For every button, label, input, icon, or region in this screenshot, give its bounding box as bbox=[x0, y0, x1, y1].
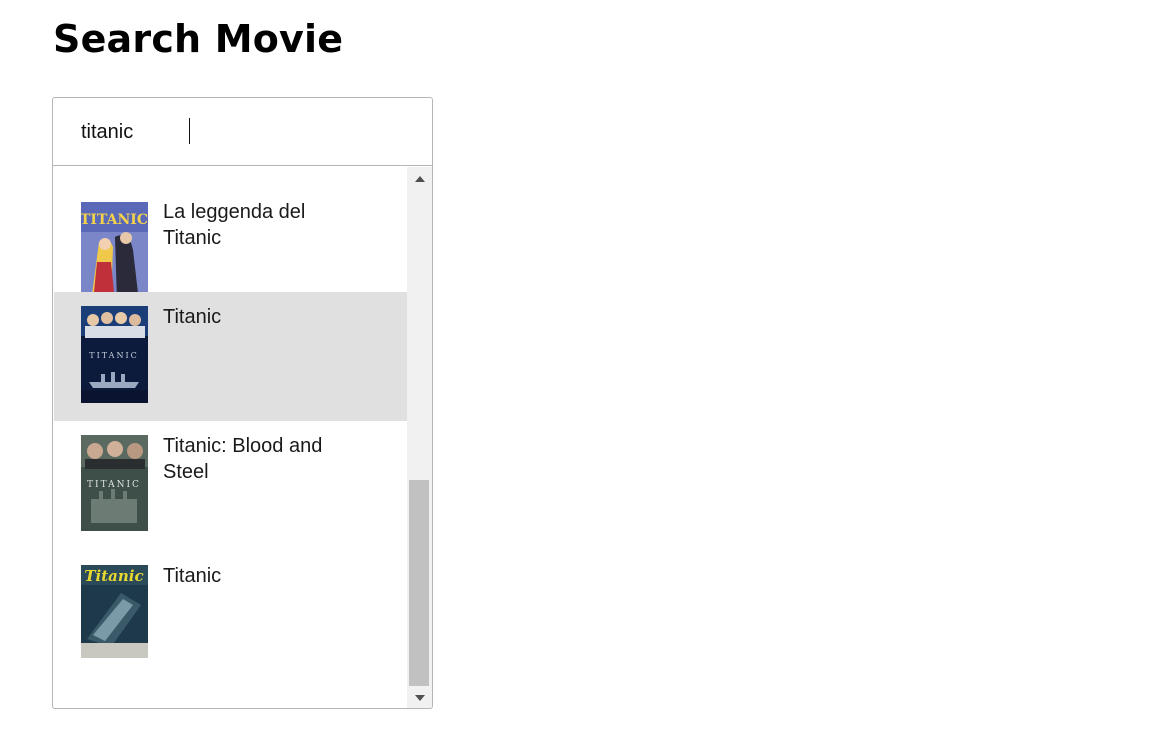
result-item[interactable]: TITANIC La leggenda del Titanic bbox=[54, 167, 407, 303]
svg-text:Titanic: Titanic bbox=[84, 567, 143, 585]
result-title: Titanic: Blood and Steel bbox=[163, 435, 323, 483]
scroll-down-button[interactable] bbox=[407, 691, 432, 708]
movie-poster-icon: TITANIC bbox=[81, 435, 148, 531]
movie-poster-icon: Titanic bbox=[81, 565, 148, 658]
svg-text:TITANIC: TITANIC bbox=[89, 351, 138, 360]
svg-text:TITANIC: TITANIC bbox=[87, 480, 141, 490]
page-title: Search Movie bbox=[53, 17, 344, 61]
scroll-up-button[interactable] bbox=[407, 167, 432, 184]
movie-search-combobox: TITANIC La leggenda del Titanic bbox=[52, 97, 433, 709]
result-item[interactable]: TITANIC Titanic: Blood and Steel bbox=[54, 421, 407, 551]
caret-up-icon bbox=[415, 176, 425, 182]
result-title: Titanic bbox=[163, 565, 222, 587]
result-item-highlighted[interactable]: TITANIC Titanic bbox=[54, 292, 407, 421]
text-cursor bbox=[189, 118, 190, 144]
search-input[interactable] bbox=[81, 118, 401, 146]
scroll-thumb[interactable] bbox=[409, 480, 429, 686]
search-box bbox=[53, 98, 432, 166]
result-title: Titanic bbox=[163, 306, 222, 328]
result-title: La leggenda del Titanic bbox=[163, 201, 306, 249]
movie-poster-icon: TITANIC bbox=[81, 202, 148, 303]
result-item[interactable]: Titanic Titanic bbox=[54, 551, 407, 708]
results-list: TITANIC La leggenda del Titanic TITANIC … bbox=[53, 167, 407, 708]
results-scrollbar[interactable] bbox=[407, 167, 432, 708]
movie-poster-icon: TITANIC bbox=[81, 306, 148, 403]
caret-down-icon bbox=[415, 695, 425, 701]
svg-text:TITANIC: TITANIC bbox=[81, 212, 148, 228]
